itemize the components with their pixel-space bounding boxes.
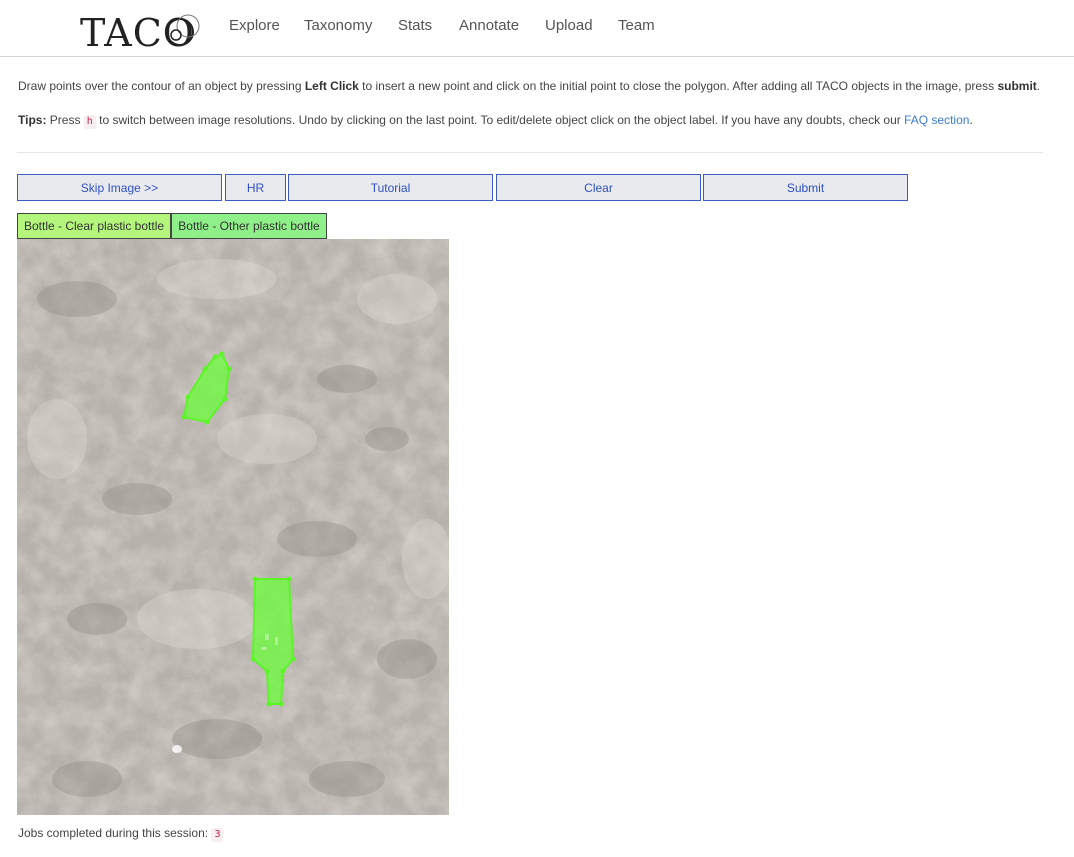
tips-part: Press [46, 113, 84, 127]
tutorial-button[interactable]: Tutorial [288, 174, 493, 201]
submit-button[interactable]: Submit [703, 174, 908, 201]
nav-taxonomy[interactable]: Taxonomy [304, 17, 372, 34]
skip-image-button[interactable]: Skip Image >> [17, 174, 222, 201]
hotkey-h: h [83, 115, 96, 129]
instructions-part: to insert a new point and click on the i… [358, 79, 998, 93]
label-clear-plastic-bottle[interactable]: Bottle - Clear plastic bottle [17, 213, 171, 239]
tips-text: Tips: Press h to switch between image re… [18, 113, 973, 129]
nav-stats[interactable]: Stats [398, 17, 432, 34]
tips-label: Tips: [18, 113, 47, 127]
jobs-completed-label: Jobs completed during this session: [18, 826, 209, 840]
label-other-plastic-bottle[interactable]: Bottle - Other plastic bottle [171, 213, 327, 239]
logo-bottlecap-icon [166, 14, 200, 46]
clear-button[interactable]: Clear [496, 174, 701, 201]
instructions-text: Draw points over the contour of an objec… [18, 79, 1040, 93]
tips-part: . [969, 113, 973, 127]
instructions-part: . [1036, 79, 1041, 93]
tips-part: to switch between image resolutions. Und… [95, 113, 905, 127]
nav-annotate[interactable]: Annotate [459, 17, 519, 34]
instructions-part: Draw points over the contour of an objec… [18, 79, 305, 93]
submit-emphasis: submit [997, 79, 1037, 93]
faq-link[interactable]: FAQ section [904, 113, 969, 127]
nav-explore[interactable]: Explore [229, 17, 280, 34]
divider [17, 152, 1043, 153]
jobs-completed-count: 3 [211, 828, 224, 842]
navbar: TACO Explore Taxonomy Stats Annotate Upl… [0, 0, 1074, 57]
taco-logo[interactable]: TACO [80, 8, 204, 53]
beach-sand-photo [17, 239, 449, 815]
left-click-emphasis: Left Click [304, 79, 359, 93]
annotation-canvas[interactable] [17, 239, 449, 815]
hr-button[interactable]: HR [225, 174, 286, 201]
nav-team[interactable]: Team [618, 17, 655, 34]
session-footer: Jobs completed during this session: 3 [18, 826, 224, 842]
nav-upload[interactable]: Upload [545, 17, 593, 34]
